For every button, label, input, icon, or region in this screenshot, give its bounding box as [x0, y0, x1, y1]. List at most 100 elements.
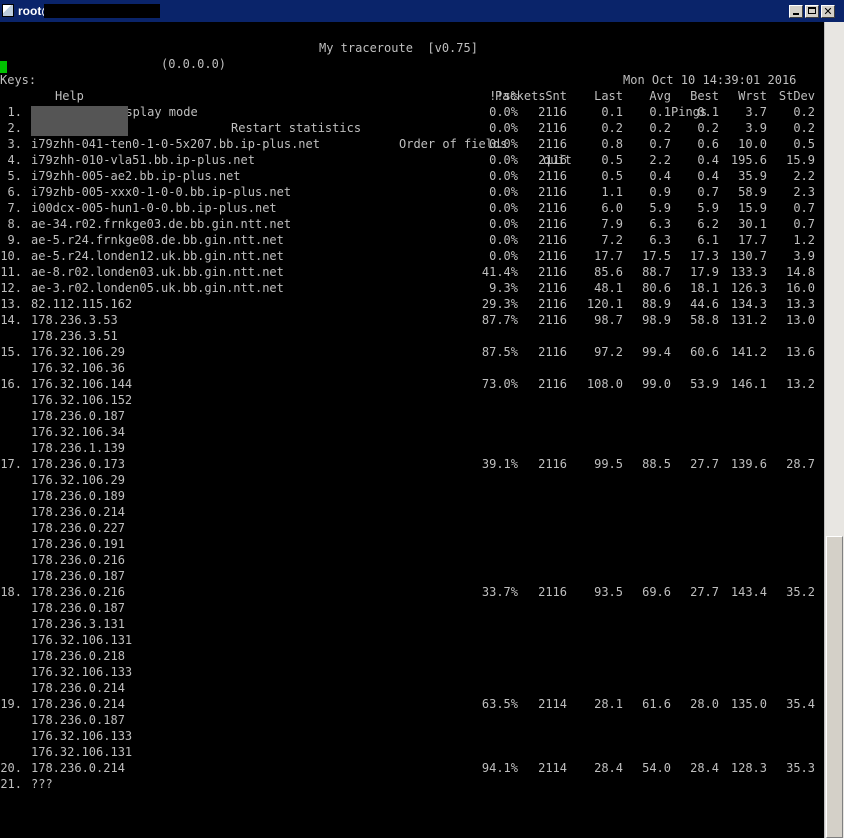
hop-loss: 0.0% [489, 105, 518, 119]
hop-avg: 88.9 [642, 297, 671, 311]
hop-best: 0.4 [697, 169, 719, 183]
minimize-button[interactable] [789, 5, 803, 18]
hop-loss: 0.0% [489, 169, 518, 183]
hop-row: 10. ae-5.r24.londen12.uk.bb.gin.ntt.net 0.… [0, 248, 824, 264]
hop-alt-host-row: 176.32.106.133 [0, 664, 824, 680]
hop-avg: 6.3 [649, 217, 671, 231]
hop-number: 21. [0, 777, 22, 791]
hop-loss: 0.0% [489, 233, 518, 247]
hop-alt-host-row: 178.236.1.139 [0, 440, 824, 456]
hop-row: 21.??? [0, 776, 824, 792]
hop-snt: 2116 [538, 137, 567, 151]
hop-stdev: 0.7 [793, 217, 815, 231]
hop-wrst: 30.1 [738, 217, 767, 231]
hop-row: 7. i00dcx-005-hun1-0-0.bb.ip-plus.net 0.0%… [0, 200, 824, 216]
hop-best: 44.6 [690, 297, 719, 311]
column-header-best: Best [690, 89, 719, 103]
hop-stdev: 0.2 [793, 121, 815, 135]
hop-alt-host-row: 176.32.106.131 [0, 632, 824, 648]
hop-avg: 0.1 [649, 105, 671, 119]
terminal-area[interactable]: My traceroute [v0.75] (0.0.0.0) Mon Oct … [0, 22, 824, 838]
hop-stdev: 13.3 [786, 297, 815, 311]
hop-alt-host-row: 178.236.0.218 [0, 648, 824, 664]
hop-last: 0.5 [601, 153, 623, 167]
hop-number: 16. [0, 377, 22, 391]
hop-loss: 87.5% [481, 345, 518, 359]
hop-wrst: 128.3 [730, 761, 767, 775]
hop-alt-host-row: 178.236.0.227 [0, 520, 824, 536]
hop-number: 6. [7, 185, 22, 199]
hop-row: 20. 178.236.0.214 94.1% 2114 28.4 54.0 28.4 128… [0, 760, 824, 776]
hop-last: 85.6 [594, 265, 623, 279]
hop-loss: 63.5% [481, 697, 518, 711]
hop-host: i00dcx-005-hun1-0-0.bb.ip-plus.net [31, 201, 277, 215]
hop-row: 4. i79zhh-010-vla51.bb.ip-plus.net 0.0% 211… [0, 152, 824, 168]
hop-last: 48.1 [594, 281, 623, 295]
hop-host: ae-34.r02.frnkge03.de.bb.gin.ntt.net [31, 217, 292, 231]
hop-last: 0.1 [601, 105, 623, 119]
hop-alt-host-row: 176.32.106.29 [0, 472, 824, 488]
hop-avg: 99.4 [642, 345, 671, 359]
hop-best: 0.7 [697, 185, 719, 199]
hop-avg: 0.9 [649, 185, 671, 199]
hop-avg: 2.2 [649, 153, 671, 167]
keys-menu: Keys: Help Display mode Restart statisti… [0, 56, 824, 167]
hop-alt-host-row: 178.236.0.187 [0, 712, 824, 728]
hop-alt-host-row: 178.236.3.51 [0, 328, 824, 344]
hop-row: 15. 176.32.106.29 87.5% 2116 97.2 99.4 60.6 141… [0, 344, 824, 360]
hop-host: 178.236.3.53 [31, 313, 118, 327]
hop-alt-host-row: 178.236.3.131 [0, 616, 824, 632]
hop-snt: 2116 [538, 265, 567, 279]
hop-stdev: 35.2 [786, 585, 815, 599]
hop-loss: 87.7% [481, 313, 518, 327]
hop-last: 120.1 [586, 297, 623, 311]
hop-host: 178.236.0.191 [31, 537, 125, 551]
hop-last: 98.7 [594, 313, 623, 327]
hop-host: 178.236.0.227 [31, 521, 125, 535]
hop-snt: 2116 [538, 249, 567, 263]
hop-number: 3. [7, 137, 22, 151]
redacted-hostname [44, 4, 160, 18]
hop-number: 7. [7, 201, 22, 215]
hop-last: 0.2 [601, 121, 623, 135]
hop-loss: 41.4% [481, 265, 518, 279]
hop-host: 176.32.106.131 [31, 633, 133, 647]
hop-row: 8. ae-34.r02.frnkge03.de.bb.gin.ntt.net 0.… [0, 216, 824, 232]
hop-host: 178.236.0.218 [31, 649, 125, 663]
hop-last: 28.4 [594, 761, 623, 775]
scrollbar-thumb[interactable] [826, 536, 843, 838]
hop-stdev: 15.9 [786, 153, 815, 167]
hop-host: ae-8.r02.londen03.uk.bb.gin.ntt.net [31, 265, 284, 279]
hop-stdev: 13.0 [786, 313, 815, 327]
hop-stdev: 28.7 [786, 457, 815, 471]
hop-row: 13. 82.112.115.162 29.3% 2116 120.1 88.9 44.6 1… [0, 296, 824, 312]
hop-wrst: 3.7 [745, 105, 767, 119]
hop-wrst: 135.0 [730, 697, 767, 711]
hop-snt: 2116 [538, 377, 567, 391]
hop-wrst: 126.3 [730, 281, 767, 295]
hop-best: 6.2 [697, 217, 719, 231]
hop-loss: 0.0% [489, 137, 518, 151]
hop-number: 17. [0, 457, 22, 471]
redacted-hops [31, 106, 128, 136]
hop-host: 178.236.0.214 [31, 505, 125, 519]
hop-snt: 2116 [538, 281, 567, 295]
hop-snt: 2116 [538, 121, 567, 135]
hop-host: 178.236.1.139 [31, 441, 125, 455]
maximize-button[interactable] [805, 5, 819, 18]
hop-stdev: 1.2 [793, 233, 815, 247]
close-button[interactable]: ✕ [821, 5, 835, 18]
hop-best: 17.3 [690, 249, 719, 263]
hop-loss: 0.0% [489, 201, 518, 215]
hop-snt: 2116 [538, 217, 567, 231]
column-header-last: Last [594, 89, 623, 103]
hop-best: 27.7 [690, 457, 719, 471]
column-header-stdev: StDev [778, 89, 815, 103]
hop-avg: 99.0 [642, 377, 671, 391]
hop-last: 1.1 [601, 185, 623, 199]
hop-alt-host-row: 176.32.106.34 [0, 424, 824, 440]
hop-host: i79zhh-010-vla51.bb.ip-plus.net [31, 153, 255, 167]
hop-host: 178.236.0.214 [31, 681, 125, 695]
vertical-scrollbar[interactable] [824, 22, 844, 838]
hop-snt: 2116 [538, 201, 567, 215]
